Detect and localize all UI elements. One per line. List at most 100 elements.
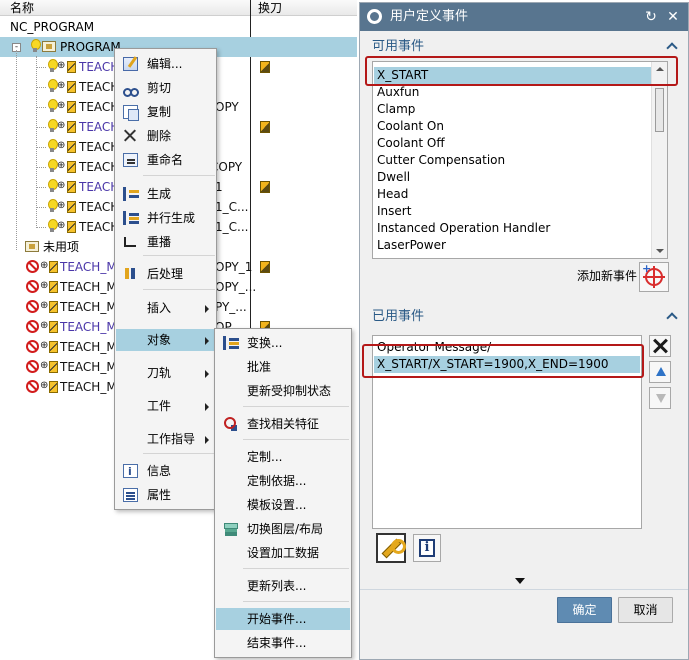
submenu-item[interactable]: 定制...	[216, 446, 350, 468]
menu-separator	[243, 601, 349, 602]
collapse-caret-icon[interactable]	[666, 42, 678, 54]
used-events-header[interactable]: 已用事件	[360, 305, 688, 329]
tree-guide-line	[36, 187, 46, 188]
scroll-down-icon[interactable]	[656, 249, 664, 253]
collapse-caret-icon[interactable]	[666, 312, 678, 324]
submenu-item[interactable]: 变换...	[216, 332, 350, 354]
move-down-button[interactable]	[649, 387, 671, 409]
edit-event-button[interactable]	[376, 533, 406, 563]
close-icon[interactable]: ✕	[665, 3, 681, 31]
context-menu-item[interactable]: 信息	[116, 460, 215, 483]
available-event-item[interactable]: Insert	[374, 203, 651, 220]
tree-guide-line	[36, 207, 46, 208]
tree-guide-line	[36, 227, 46, 228]
submenu-item[interactable]: 切换图层/布局	[216, 518, 350, 540]
tool-icon	[67, 81, 76, 93]
submenu-item[interactable]: 批准	[216, 356, 350, 378]
submenu-item[interactable]: 模板设置...	[216, 494, 350, 516]
submenu-item[interactable]: 更新受抑制状态	[216, 380, 350, 402]
available-event-item[interactable]: Auxfun	[374, 84, 651, 101]
column-header-name[interactable]: 名称	[10, 0, 34, 16]
status-bulb-icon	[48, 179, 58, 193]
operation-gear-icon: ⊕	[57, 180, 66, 191]
tree-guide-line	[36, 147, 46, 148]
menu-separator	[243, 406, 349, 407]
available-event-item[interactable]: Dwell	[374, 169, 651, 186]
properties-icon	[123, 488, 138, 502]
column-header-tool-change[interactable]: 换刀	[258, 0, 282, 16]
cancel-button[interactable]: 取消	[618, 597, 673, 623]
footer-divider	[360, 589, 688, 590]
context-menu-item[interactable]: 生成	[116, 183, 215, 205]
context-menu-item-label: 生成	[147, 187, 172, 201]
available-event-item[interactable]: Clamp	[374, 101, 651, 118]
status-bulb-icon	[48, 199, 58, 213]
context-menu-item[interactable]: 对象	[116, 329, 215, 351]
status-bulb-icon	[48, 159, 58, 173]
submenu-item[interactable]: 更新列表...	[216, 575, 350, 597]
tool-icon	[49, 261, 58, 273]
tree-row-nc-program[interactable]: NC_PROGRAM	[0, 17, 357, 37]
no-entry-icon	[26, 260, 39, 273]
tool-icon	[67, 61, 76, 73]
expand-more-icon[interactable]	[515, 578, 525, 584]
operation-gear-icon: ⊕	[57, 200, 66, 211]
available-event-item[interactable]: LaserPower	[374, 237, 651, 254]
submenu-item-label: 更新列表...	[247, 579, 307, 593]
available-event-item[interactable]: Coolant Off	[374, 135, 651, 152]
tree-guide-line	[36, 107, 46, 108]
available-event-item[interactable]: Instanced Operation Handler	[374, 220, 651, 237]
operation-label-suffix: OPY	[215, 100, 239, 114]
context-menu-item-label: 属性	[147, 488, 172, 502]
status-bulb-icon	[48, 219, 58, 233]
information-button[interactable]: i	[413, 534, 441, 562]
submenu-item[interactable]: 开始事件...	[216, 608, 350, 630]
move-up-button[interactable]	[649, 361, 671, 383]
context-menu-item[interactable]: 重播	[116, 231, 215, 253]
context-menu-item[interactable]: 剪切	[116, 77, 215, 99]
available-list-scrollbar[interactable]	[651, 62, 667, 258]
status-bulb-icon	[48, 99, 58, 113]
context-menu-item[interactable]: 删除	[116, 125, 215, 147]
context-menu-item[interactable]: 并行生成	[116, 207, 215, 229]
available-event-item[interactable]: Coolant On	[374, 118, 651, 135]
submenu-item[interactable]: 定制依据...	[216, 470, 350, 492]
submenu-arrow-icon	[205, 337, 209, 345]
context-menu-item[interactable]: 后处理	[116, 263, 215, 285]
context-menu-item[interactable]: 编辑...	[116, 53, 215, 75]
operation-label-suffix: OPY_1	[215, 260, 253, 274]
submenu-item-label: 定制...	[247, 450, 283, 464]
available-event-item[interactable]: Head	[374, 186, 651, 203]
context-menu-item[interactable]: 刀轨	[116, 362, 215, 384]
context-menu-item[interactable]: 属性	[116, 484, 215, 506]
submenu-item[interactable]: 结束事件...	[216, 632, 350, 654]
dialog-title-bar[interactable]: 用户定义事件 ↻ ✕	[360, 3, 688, 31]
tool-icon	[49, 361, 58, 373]
layer-icon	[223, 522, 238, 536]
status-bulb-icon	[48, 139, 58, 153]
context-menu-item-label: 后处理	[147, 267, 184, 281]
ok-button[interactable]: 确定	[557, 597, 612, 623]
context-menu-item[interactable]: 插入	[116, 297, 215, 319]
available-event-item[interactable]: Cutter Compensation	[374, 152, 651, 169]
reset-icon[interactable]: ↻	[643, 3, 659, 31]
available-events-list[interactable]: LaserPower Instanced Operation Handler Ins…	[372, 61, 668, 259]
scroll-thumb[interactable]	[655, 88, 664, 132]
submenu-item-label: 设置加工数据	[247, 546, 320, 560]
menu-separator	[143, 255, 215, 256]
tool-change-icon	[260, 121, 270, 133]
operation-label: TEACH_M	[60, 340, 117, 354]
operation-label: TEACH_M	[60, 360, 117, 374]
submenu-item[interactable]: 查找相关特征	[216, 413, 350, 435]
delete-event-button[interactable]	[649, 335, 671, 357]
operation-gear-icon: ⊕	[57, 60, 66, 71]
context-menu-item[interactable]: 复制	[116, 101, 215, 123]
submenu-item[interactable]: 设置加工数据	[216, 542, 350, 564]
context-menu-item[interactable]: 工作指导	[116, 428, 215, 450]
operation-gear-icon: ⊕	[57, 160, 66, 171]
context-menu-item[interactable]: 工件	[116, 395, 215, 417]
submenu-item-label: 变换...	[247, 336, 283, 350]
add-new-event-button[interactable]: +	[639, 262, 669, 292]
context-menu-item[interactable]: 重命名	[116, 149, 215, 171]
no-entry-icon	[26, 380, 39, 393]
